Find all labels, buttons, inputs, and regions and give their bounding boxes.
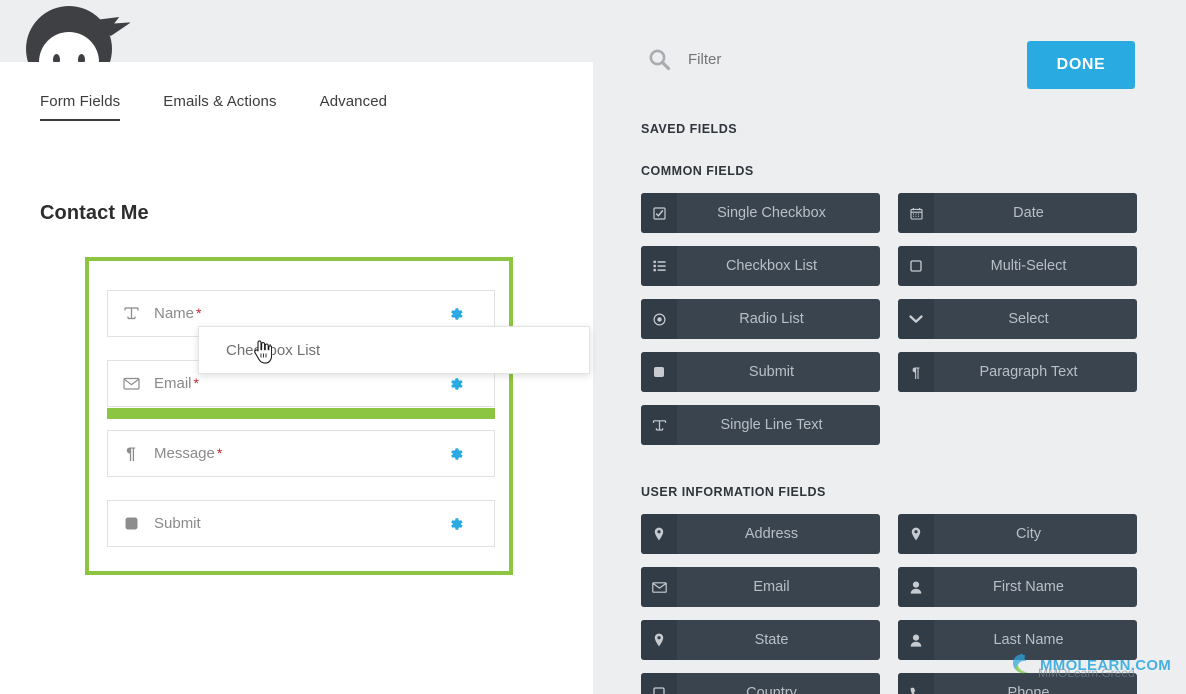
tab-advanced[interactable]: Advanced	[320, 93, 388, 121]
checkbox-checked-icon	[641, 193, 677, 233]
field-button-email[interactable]: Email	[641, 567, 880, 607]
list-icon	[641, 246, 677, 286]
map-pin-icon	[641, 514, 677, 554]
drag-ghost-checkbox-list[interactable]: Checkbox List	[198, 326, 590, 374]
gear-icon[interactable]	[448, 376, 494, 392]
field-button-address[interactable]: Address	[641, 514, 880, 554]
form-builder-panel: Form Fields Emails & Actions Advanced Co…	[0, 62, 593, 694]
field-button-phone[interactable]: Phone	[898, 673, 1137, 694]
gear-icon[interactable]	[448, 516, 494, 532]
section-header-user-information-fields: USER INFORMATION FIELDS	[641, 485, 826, 499]
required-marker: *	[217, 445, 222, 461]
ninja-eye-left	[53, 54, 60, 62]
ninja-forms-logo	[26, 0, 130, 62]
field-button-label: City	[934, 526, 1137, 542]
field-button-city[interactable]: City	[898, 514, 1137, 554]
tab-form-fields[interactable]: Form Fields	[40, 93, 120, 121]
search-icon	[648, 48, 671, 71]
field-button-label: First Name	[934, 579, 1137, 595]
chevron-down-icon	[898, 299, 934, 339]
field-button-label: Phone	[934, 685, 1137, 694]
drag-ghost-label: Checkbox List	[226, 342, 320, 359]
section-header-saved-fields: SAVED FIELDS	[641, 122, 737, 136]
envelope-icon	[641, 567, 677, 607]
required-marker: *	[196, 305, 201, 321]
field-button-label: Single Line Text	[677, 417, 880, 433]
field-button-last-name[interactable]: Last Name	[898, 620, 1137, 660]
gear-icon[interactable]	[448, 446, 494, 462]
app-root: Form Fields Emails & Actions Advanced Co…	[0, 0, 1186, 694]
ninja-eye-right	[78, 54, 85, 62]
field-button-label: State	[677, 632, 880, 648]
field-button-label: Select	[934, 311, 1137, 327]
map-pin-icon	[898, 514, 934, 554]
field-button-label: Single Checkbox	[677, 205, 880, 221]
field-button-radio-list[interactable]: Radio List	[641, 299, 880, 339]
field-library-panel: DONE SAVED FIELDS COMMON FIELDS Single C…	[593, 0, 1186, 694]
form-field-row-message[interactable]: ¶ Message*	[107, 430, 495, 477]
field-button-label: Radio List	[677, 311, 880, 327]
gear-icon[interactable]	[448, 306, 494, 322]
page-title: Contact Me	[40, 202, 149, 225]
drag-drop-indicator	[107, 408, 495, 419]
field-button-select[interactable]: Select	[898, 299, 1137, 339]
field-button-label: Multi-Select	[934, 258, 1137, 274]
map-pin-icon	[641, 620, 677, 660]
field-button-label: Date	[934, 205, 1137, 221]
field-button-label: Email	[677, 579, 880, 595]
square-outline-icon	[898, 246, 934, 286]
user-icon	[898, 620, 934, 660]
submit-icon	[641, 352, 677, 392]
form-field-label: Submit	[154, 515, 448, 532]
paragraph-text-icon: ¶	[108, 444, 154, 464]
field-button-first-name[interactable]: First Name	[898, 567, 1137, 607]
field-button-country[interactable]: Country	[641, 673, 880, 694]
phone-icon	[898, 673, 934, 694]
form-field-label: Message*	[154, 445, 448, 462]
field-button-multi-select[interactable]: Multi-Select	[898, 246, 1137, 286]
field-button-label: Address	[677, 526, 880, 542]
search-input[interactable]	[688, 51, 918, 68]
user-information-fields-grid: Address City Email First Name	[641, 514, 1137, 694]
user-icon	[898, 567, 934, 607]
field-button-state[interactable]: State	[641, 620, 880, 660]
section-header-common-fields: COMMON FIELDS	[641, 164, 754, 178]
field-button-label: Country	[677, 685, 880, 694]
field-button-label: Submit	[677, 364, 880, 380]
calendar-icon	[898, 193, 934, 233]
field-button-paragraph-text[interactable]: ¶ Paragraph Text	[898, 352, 1137, 392]
field-button-label: Last Name	[934, 632, 1137, 648]
paragraph-icon: ¶	[898, 352, 934, 392]
field-button-checkbox-list[interactable]: Checkbox List	[641, 246, 880, 286]
form-field-row-submit[interactable]: Submit	[107, 500, 495, 547]
submit-icon	[108, 516, 154, 531]
field-button-date[interactable]: Date	[898, 193, 1137, 233]
form-field-label: Name*	[154, 305, 448, 322]
done-button[interactable]: DONE	[1027, 41, 1135, 89]
form-field-label: Email*	[154, 375, 448, 392]
required-marker: *	[194, 375, 199, 391]
common-fields-grid: Single Checkbox Date Checkbox List Multi…	[641, 193, 1137, 445]
field-button-single-line-text[interactable]: Single Line Text	[641, 405, 880, 445]
form-fields-dropzone[interactable]: Name* Email*	[85, 257, 513, 575]
builder-tabs: Form Fields Emails & Actions Advanced	[40, 93, 430, 121]
field-button-label: Checkbox List	[677, 258, 880, 274]
single-line-text-icon	[108, 306, 154, 321]
filter-search-group[interactable]	[648, 48, 918, 71]
square-outline-icon	[641, 673, 677, 694]
tab-emails-actions[interactable]: Emails & Actions	[163, 93, 276, 121]
radio-icon	[641, 299, 677, 339]
field-button-label: Paragraph Text	[934, 364, 1137, 380]
field-button-submit[interactable]: Submit	[641, 352, 880, 392]
email-icon	[108, 377, 154, 390]
field-button-single-checkbox[interactable]: Single Checkbox	[641, 193, 880, 233]
text-icon	[641, 405, 677, 445]
